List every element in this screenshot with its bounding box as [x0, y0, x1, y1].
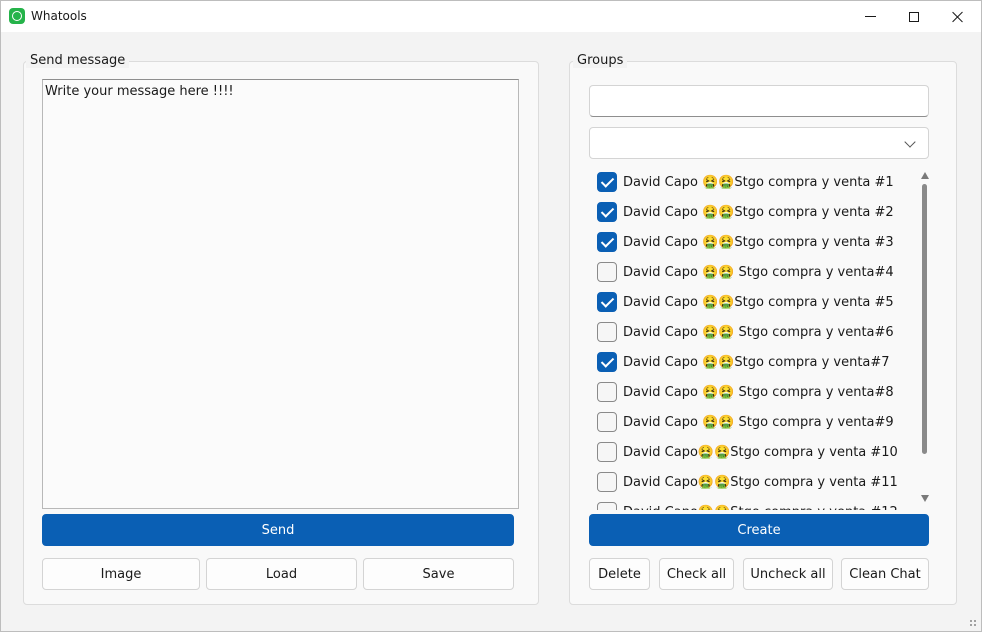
- group-item-label: David Capo 🤮🤮 Stgo compra y venta#6: [623, 324, 894, 340]
- checkbox-unchecked[interactable]: [597, 262, 617, 282]
- send-message-title: Send message: [26, 53, 130, 68]
- resize-grip-icon[interactable]: [969, 619, 977, 627]
- checkbox-checked[interactable]: [597, 202, 617, 222]
- checkbox-unchecked[interactable]: [597, 442, 617, 462]
- group-item-label: David Capo 🤮🤮 Stgo compra y venta#8: [623, 384, 894, 400]
- group-item-label: David Capo 🤮🤮Stgo compra y venta #2: [623, 204, 894, 220]
- checkbox-unchecked[interactable]: [597, 472, 617, 492]
- chevron-down-icon: [904, 136, 916, 148]
- group-list-item[interactable]: David Capo🤮🤮Stgo compra y venta #11: [589, 467, 909, 497]
- check-all-button[interactable]: Check all: [659, 558, 734, 590]
- group-list-item[interactable]: David Capo 🤮🤮 Stgo compra y venta#4: [589, 257, 909, 287]
- groups-title: Groups: [573, 53, 628, 68]
- message-textarea[interactable]: Write your message here !!!!: [42, 79, 519, 509]
- app-window: Whatools Send message Write your message…: [0, 0, 982, 632]
- minimize-icon: [864, 16, 876, 17]
- window-title: Whatools: [31, 9, 87, 23]
- group-list-item[interactable]: David Capo 🤮🤮 Stgo compra y venta#9: [589, 407, 909, 437]
- uncheck-all-button[interactable]: Uncheck all: [743, 558, 833, 590]
- app-logo-icon: [9, 8, 25, 24]
- save-button[interactable]: Save: [363, 558, 514, 590]
- checkbox-checked[interactable]: [597, 352, 617, 372]
- close-icon: [952, 11, 964, 23]
- group-list-item[interactable]: David Capo 🤮🤮Stgo compra y venta#7: [589, 347, 909, 377]
- checkbox-checked[interactable]: [597, 172, 617, 192]
- group-item-label: David Capo 🤮🤮Stgo compra y venta #5: [623, 294, 894, 310]
- group-item-label: David Capo🤮🤮Stgo compra y venta #12: [623, 505, 898, 511]
- title-bar: Whatools: [1, 1, 981, 32]
- group-name-input[interactable]: [589, 85, 929, 117]
- delete-button[interactable]: Delete: [589, 558, 650, 590]
- group-item-label: David Capo 🤮🤮 Stgo compra y venta#4: [623, 264, 894, 280]
- group-item-label: David Capo 🤮🤮 Stgo compra y venta#9: [623, 414, 894, 430]
- group-select-dropdown[interactable]: [589, 127, 929, 159]
- maximize-icon: [909, 11, 919, 22]
- group-item-label: David Capo 🤮🤮Stgo compra y venta#7: [623, 354, 890, 370]
- image-button[interactable]: Image: [42, 558, 200, 590]
- maximize-button[interactable]: [891, 1, 937, 32]
- scroll-down-arrow-icon[interactable]: [921, 495, 929, 502]
- group-list-item[interactable]: David Capo 🤮🤮Stgo compra y venta #3: [589, 227, 909, 257]
- send-button[interactable]: Send: [42, 514, 514, 546]
- minimize-button[interactable]: [847, 1, 893, 32]
- checkbox-unchecked[interactable]: [597, 322, 617, 342]
- group-list-item[interactable]: David Capo 🤮🤮 Stgo compra y venta#6: [589, 317, 909, 347]
- group-list-item[interactable]: David Capo 🤮🤮Stgo compra y venta #1: [589, 167, 909, 197]
- load-button[interactable]: Load: [206, 558, 357, 590]
- group-list-item[interactable]: David Capo🤮🤮Stgo compra y venta #12: [589, 497, 909, 510]
- clean-chat-button[interactable]: Clean Chat: [841, 558, 929, 590]
- checkbox-checked[interactable]: [597, 232, 617, 252]
- create-button[interactable]: Create: [589, 514, 929, 546]
- scrollbar-thumb[interactable]: [922, 184, 927, 454]
- checkbox-unchecked[interactable]: [597, 412, 617, 432]
- group-list-item[interactable]: David Capo🤮🤮Stgo compra y venta #10: [589, 437, 909, 467]
- group-item-label: David Capo 🤮🤮Stgo compra y venta #1: [623, 174, 894, 190]
- group-item-label: David Capo🤮🤮Stgo compra y venta #11: [623, 474, 898, 490]
- checkbox-unchecked[interactable]: [597, 382, 617, 402]
- group-list-item[interactable]: David Capo 🤮🤮 Stgo compra y venta#8: [589, 377, 909, 407]
- groups-list-scrollbar[interactable]: [919, 166, 930, 508]
- close-button[interactable]: [935, 1, 981, 32]
- checkbox-checked[interactable]: [597, 292, 617, 312]
- group-list-item[interactable]: David Capo 🤮🤮Stgo compra y venta #5: [589, 287, 909, 317]
- group-item-label: David Capo 🤮🤮Stgo compra y venta #3: [623, 234, 894, 250]
- group-list-item[interactable]: David Capo 🤮🤮Stgo compra y venta #2: [589, 197, 909, 227]
- checkbox-unchecked[interactable]: [597, 502, 617, 510]
- scroll-up-arrow-icon[interactable]: [921, 172, 929, 179]
- groups-list[interactable]: David Capo 🤮🤮Stgo compra y venta #1 David…: [589, 166, 931, 510]
- group-item-label: David Capo🤮🤮Stgo compra y venta #10: [623, 444, 898, 460]
